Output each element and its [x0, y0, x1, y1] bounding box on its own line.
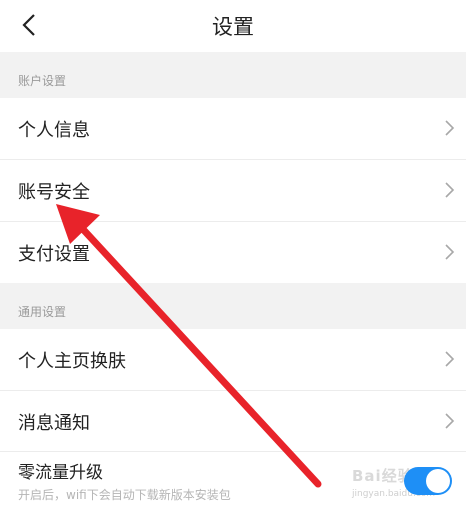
- chevron-right-icon: [445, 413, 455, 429]
- row-label: 个人信息: [18, 119, 90, 141]
- row-account-security[interactable]: 账号安全: [0, 160, 466, 221]
- toggle-knob: [426, 469, 450, 493]
- row-notifications[interactable]: 消息通知: [0, 391, 466, 452]
- row-label: 消息通知: [18, 412, 90, 434]
- row-label: 个人主页换肤: [18, 350, 126, 372]
- row-label: 账号安全: [18, 181, 90, 203]
- chevron-right-icon: [445, 351, 455, 367]
- row-label: 支付设置: [18, 243, 90, 265]
- zero-traffic-toggle[interactable]: [404, 467, 452, 495]
- chevron-right-icon: [445, 244, 455, 260]
- row-homepage-skin[interactable]: 个人主页换肤: [0, 329, 466, 390]
- row-payment-settings[interactable]: 支付设置: [0, 222, 466, 283]
- section-header-general: 通用设置: [0, 283, 466, 329]
- toggle-description: 开启后，wifi下会自动下载新版本安装包: [18, 488, 231, 502]
- row-personal-info[interactable]: 个人信息: [0, 98, 466, 159]
- row-zero-traffic-upgrade: 零流量升级 开启后，wifi下会自动下载新版本安装包: [0, 452, 466, 511]
- toggle-title: 零流量升级: [18, 463, 103, 483]
- header-bar: 设置: [0, 0, 466, 52]
- section-header-account: 账户设置: [0, 52, 466, 98]
- page-title: 设置: [212, 15, 254, 39]
- chevron-right-icon: [445, 120, 455, 136]
- chevron-right-icon: [445, 182, 455, 198]
